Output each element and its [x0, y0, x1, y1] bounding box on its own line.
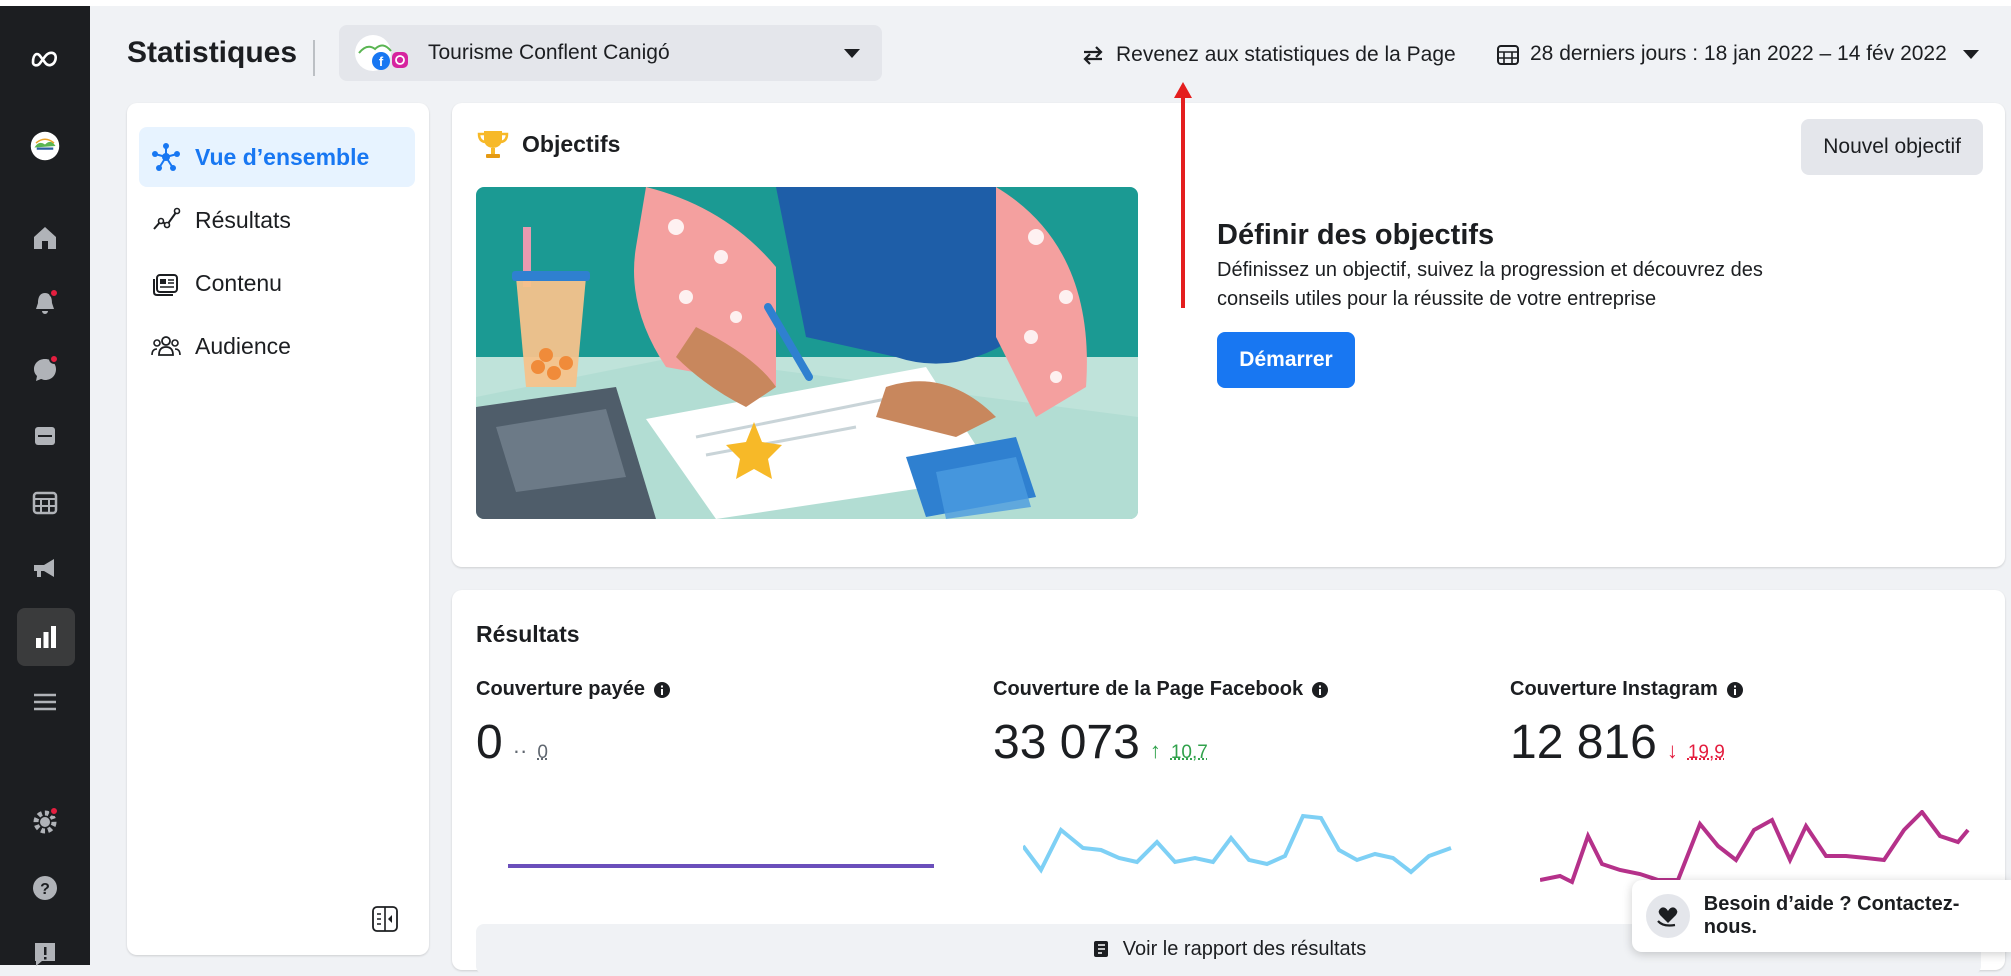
switch-arrows-icon	[1083, 46, 1103, 65]
new-goal-button[interactable]: Nouvel objectif	[1801, 119, 1983, 175]
metric-facebook-reach: Couverture de la Page Facebook 33 073 ↑ …	[993, 678, 1493, 878]
heart-hand-icon	[1646, 894, 1690, 938]
help-label: Besoin d’aide ? Contactez-nous.	[1703, 893, 1960, 938]
report-icon	[1093, 941, 1108, 957]
collapse-sidebar-icon[interactable]	[371, 905, 399, 933]
left-nav-rail: ?	[0, 0, 90, 966]
page-logos-icon: f	[355, 35, 408, 71]
top-bar: Statistiques f Tourisme Conflent Canigó …	[90, 0, 2011, 100]
flat-dots-icon: ··	[512, 738, 528, 763]
info-icon[interactable]	[1311, 681, 1329, 699]
goals-title: Objectifs	[522, 130, 621, 157]
page-selector-dropdown[interactable]: f Tourisme Conflent Canigó	[339, 25, 882, 81]
report-link-label: Voir le rapport des résultats	[1122, 937, 1367, 960]
metric-label: Couverture Instagram	[1510, 678, 1718, 700]
goals-illustration	[476, 187, 1138, 519]
results-icon	[153, 207, 181, 230]
date-range-label: 28 derniers jours : 18 jan 2022 – 14 fév…	[1530, 42, 1947, 65]
metric-label: Couverture de la Page Facebook	[993, 678, 1304, 700]
page-avatar-icon[interactable]	[23, 124, 67, 168]
content-icon	[153, 274, 178, 296]
sidebar-item-audience[interactable]: Audience	[139, 316, 415, 376]
sidebar-item-label: Contenu	[195, 269, 282, 296]
sidebar-item-label: Vue d’ensemble	[195, 143, 370, 170]
define-goals-description: Définissez un objectif, suivez la progre…	[1217, 259, 1763, 310]
start-goal-button[interactable]: Démarrer	[1217, 332, 1355, 388]
meta-logo-icon[interactable]	[23, 36, 67, 80]
chevron-down-icon	[844, 49, 860, 58]
ads-megaphone-icon[interactable]	[23, 546, 67, 590]
svg-text:?: ?	[40, 881, 50, 898]
metric-label: Couverture payée	[476, 678, 645, 700]
page-title: Statistiques	[127, 36, 298, 69]
sidebar-item-content[interactable]: Contenu	[139, 253, 415, 313]
sparkline-instagram-reach	[1540, 810, 1970, 885]
metric-value: 33 073	[993, 716, 1140, 769]
metric-value: 0	[476, 716, 503, 769]
metric-change[interactable]: 0	[537, 742, 548, 764]
content-manager-icon[interactable]	[23, 414, 67, 458]
audience-icon	[151, 336, 181, 356]
metric-change[interactable]: 19,9	[1688, 742, 1725, 764]
results-title: Résultats	[476, 621, 580, 647]
sidebar-item-overview[interactable]: Vue d’ensemble	[139, 127, 415, 187]
metric-value: 12 816	[1510, 716, 1657, 769]
date-range-picker[interactable]: 28 derniers jours : 18 jan 2022 – 14 fév…	[1496, 42, 1979, 66]
sparkline-facebook-reach	[1023, 813, 1452, 875]
chevron-down-icon	[1962, 49, 1979, 59]
sidebar-item-label: Résultats	[195, 206, 291, 233]
arrow-up-icon: ↑	[1149, 738, 1161, 763]
trophy-icon	[477, 131, 509, 158]
calendar-icon	[1497, 45, 1519, 65]
title-divider	[313, 40, 315, 76]
svg-text:f: f	[379, 54, 384, 69]
annotation-arrow	[1174, 82, 1192, 308]
goals-header: Objectifs	[476, 127, 620, 161]
insights-sidebar: Vue d’ensemble Résultats Contenu Audienc…	[127, 103, 429, 955]
info-icon[interactable]	[653, 681, 671, 699]
messages-icon[interactable]	[23, 348, 67, 392]
page-selector-label: Tourisme Conflent Canigó	[428, 41, 670, 64]
menu-icon[interactable]	[23, 680, 67, 724]
define-goals-heading: Définir des objectifs	[1217, 219, 1495, 251]
help-contact-button[interactable]: Besoin d’aide ? Contactez-nous.	[1632, 880, 2011, 952]
home-icon[interactable]	[23, 216, 67, 260]
info-icon[interactable]	[1726, 681, 1744, 699]
goals-card: Objectifs Nouvel objectif Définir des ob…	[452, 103, 2005, 567]
switch-to-page-insights-link[interactable]: Revenez aux statistiques de la Page	[1080, 42, 1456, 68]
planner-icon[interactable]	[23, 480, 67, 524]
metric-change[interactable]: 10,7	[1171, 742, 1208, 764]
metric-paid-reach: Couverture payée 0 ·· 0	[476, 678, 976, 878]
help-icon[interactable]: ?	[23, 866, 67, 910]
notifications-icon[interactable]	[23, 282, 67, 326]
switch-link-label: Revenez aux statistiques de la Page	[1116, 43, 1456, 66]
metric-instagram-reach: Couverture Instagram 12 816 ↓ 19,9	[1510, 678, 2010, 885]
sidebar-item-results[interactable]: Résultats	[139, 190, 415, 250]
report-problem-icon[interactable]	[23, 932, 67, 976]
overview-icon	[152, 143, 180, 171]
sparkline-paid-reach	[508, 864, 934, 868]
settings-gear-icon[interactable]	[23, 800, 67, 844]
insights-icon[interactable]	[17, 608, 75, 666]
arrow-down-icon: ↓	[1666, 738, 1678, 763]
sidebar-item-label: Audience	[195, 332, 291, 359]
